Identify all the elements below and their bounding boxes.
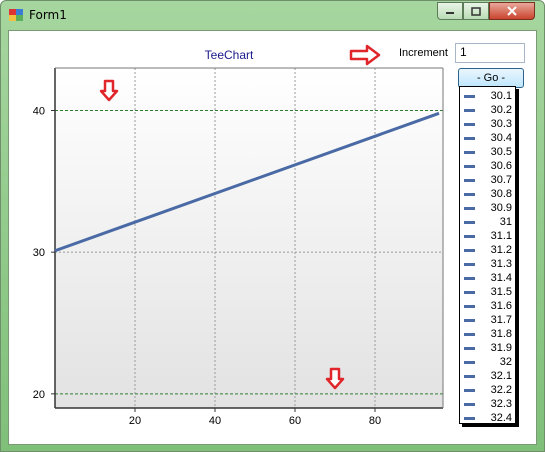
legend-item: 32.1 [460, 369, 515, 383]
title-bar[interactable]: Form1 [1, 1, 544, 29]
legend-label: 30.9 [490, 202, 512, 214]
legend-label: 32.1 [490, 370, 512, 382]
legend-item: 30.3 [460, 117, 515, 131]
legend-item: 31.8 [460, 327, 515, 341]
close-icon [507, 6, 517, 16]
arrow-right-icon [349, 44, 381, 66]
x-tick-label: 20 [129, 415, 141, 427]
x-tick-label: 40 [209, 415, 221, 427]
legend-item: 30.9 [460, 201, 515, 215]
minimize-icon [446, 12, 454, 14]
legend-item: 31.9 [460, 341, 515, 355]
legend-item: 31.3 [460, 257, 515, 271]
legend-label: 30.8 [490, 188, 512, 200]
legend-item: 30.1 [460, 89, 515, 103]
legend-swatch [464, 249, 475, 252]
x-tick-label: 80 [369, 415, 381, 427]
legend-item: 31.6 [460, 299, 515, 313]
legend-swatch [464, 333, 475, 336]
legend-swatch [464, 403, 475, 406]
legend-swatch [464, 347, 475, 350]
legend-label: 30.3 [490, 118, 512, 130]
increment-label: Increment [399, 47, 448, 59]
legend-label: 31.7 [490, 314, 512, 326]
legend-label: 31.2 [490, 244, 512, 256]
legend-swatch [464, 109, 475, 112]
legend-swatch [464, 165, 475, 168]
increment-input[interactable]: 1 [455, 43, 525, 63]
legend-swatch [464, 137, 475, 140]
legend-swatch [464, 207, 475, 210]
legend-item: 30.4 [460, 131, 515, 145]
maximize-icon [471, 6, 481, 16]
legend-item: 30.5 [460, 145, 515, 159]
legend-swatch [464, 291, 475, 294]
legend-label: 30.7 [490, 174, 512, 186]
y-tick-label: 20 [33, 389, 45, 401]
legend-item: 31.2 [460, 243, 515, 257]
legend-swatch [464, 389, 475, 392]
legend-label: 32.4 [490, 412, 512, 424]
legend-item: 31.1 [460, 229, 515, 243]
chart-legend: 30.1 30.2 30.3 30.4 30.5 30.6 30.7 30.8 30.9 31 31… [459, 86, 516, 424]
legend-label: 30.5 [490, 146, 512, 158]
legend-label: 31 [499, 216, 512, 228]
legend-item: 31.4 [460, 271, 515, 285]
chart[interactable]: TeeChart 20 40 60 80 20 30 40 [9, 31, 536, 444]
arrow-right-icon-shape [349, 44, 381, 66]
legend-item: 32.3 [460, 397, 515, 411]
legend-item: 31 [460, 215, 515, 229]
legend-label: 31.5 [490, 286, 512, 298]
legend-label: 31.4 [490, 272, 512, 284]
client-area: TeeChart 20 40 60 80 20 30 40 Increment 1 - Go … [8, 30, 537, 445]
legend-label: 31.8 [490, 328, 512, 340]
close-button[interactable] [489, 2, 535, 20]
legend-swatch [464, 319, 475, 322]
legend-swatch [464, 193, 475, 196]
form-window: Form1 TeeChart 20 40 60 80 20 30 40 Increment 1… [0, 0, 545, 452]
go-button[interactable]: - Go - [458, 68, 524, 88]
legend-swatch [464, 221, 475, 224]
y-tick-label: 40 [33, 106, 45, 118]
legend-swatch [464, 305, 475, 308]
legend-swatch [464, 151, 475, 154]
legend-item: 30.2 [460, 103, 515, 117]
legend-item: 32.4 [460, 411, 515, 425]
chart-title: TeeChart [205, 48, 254, 62]
legend-swatch [464, 235, 475, 238]
legend-item: 32.2 [460, 383, 515, 397]
legend-label: 32.2 [490, 384, 512, 396]
legend-label: 31.9 [490, 342, 512, 354]
legend-label: 31.6 [490, 300, 512, 312]
legend-label: 31.1 [490, 230, 512, 242]
legend-swatch [464, 361, 475, 364]
legend-label: 31.3 [490, 258, 512, 270]
legend-item: 32 [460, 355, 515, 369]
legend-swatch [464, 179, 475, 182]
legend-swatch [464, 95, 475, 98]
window-title: Form1 [29, 8, 67, 22]
legend-item: 30.7 [460, 173, 515, 187]
legend-label: 32 [499, 356, 512, 368]
legend-label: 32.3 [490, 398, 512, 410]
legend-label: 30.4 [490, 132, 512, 144]
legend-swatch [464, 417, 475, 420]
legend-swatch [464, 263, 475, 266]
maximize-button[interactable] [463, 2, 489, 20]
minimize-button[interactable] [437, 2, 463, 20]
legend-swatch [464, 375, 475, 378]
legend-swatch [464, 123, 475, 126]
legend-item: 31.5 [460, 285, 515, 299]
legend-item: 30.8 [460, 187, 515, 201]
legend-label: 30.6 [490, 160, 512, 172]
app-icon [9, 9, 23, 21]
legend-swatch [464, 277, 475, 280]
x-tick-label: 60 [289, 415, 301, 427]
plot-area [55, 68, 443, 408]
legend-label: 30.2 [490, 104, 512, 116]
legend-item: 31.7 [460, 313, 515, 327]
legend-label: 30.1 [490, 90, 512, 102]
legend-item: 30.6 [460, 159, 515, 173]
y-tick-label: 30 [33, 247, 45, 259]
